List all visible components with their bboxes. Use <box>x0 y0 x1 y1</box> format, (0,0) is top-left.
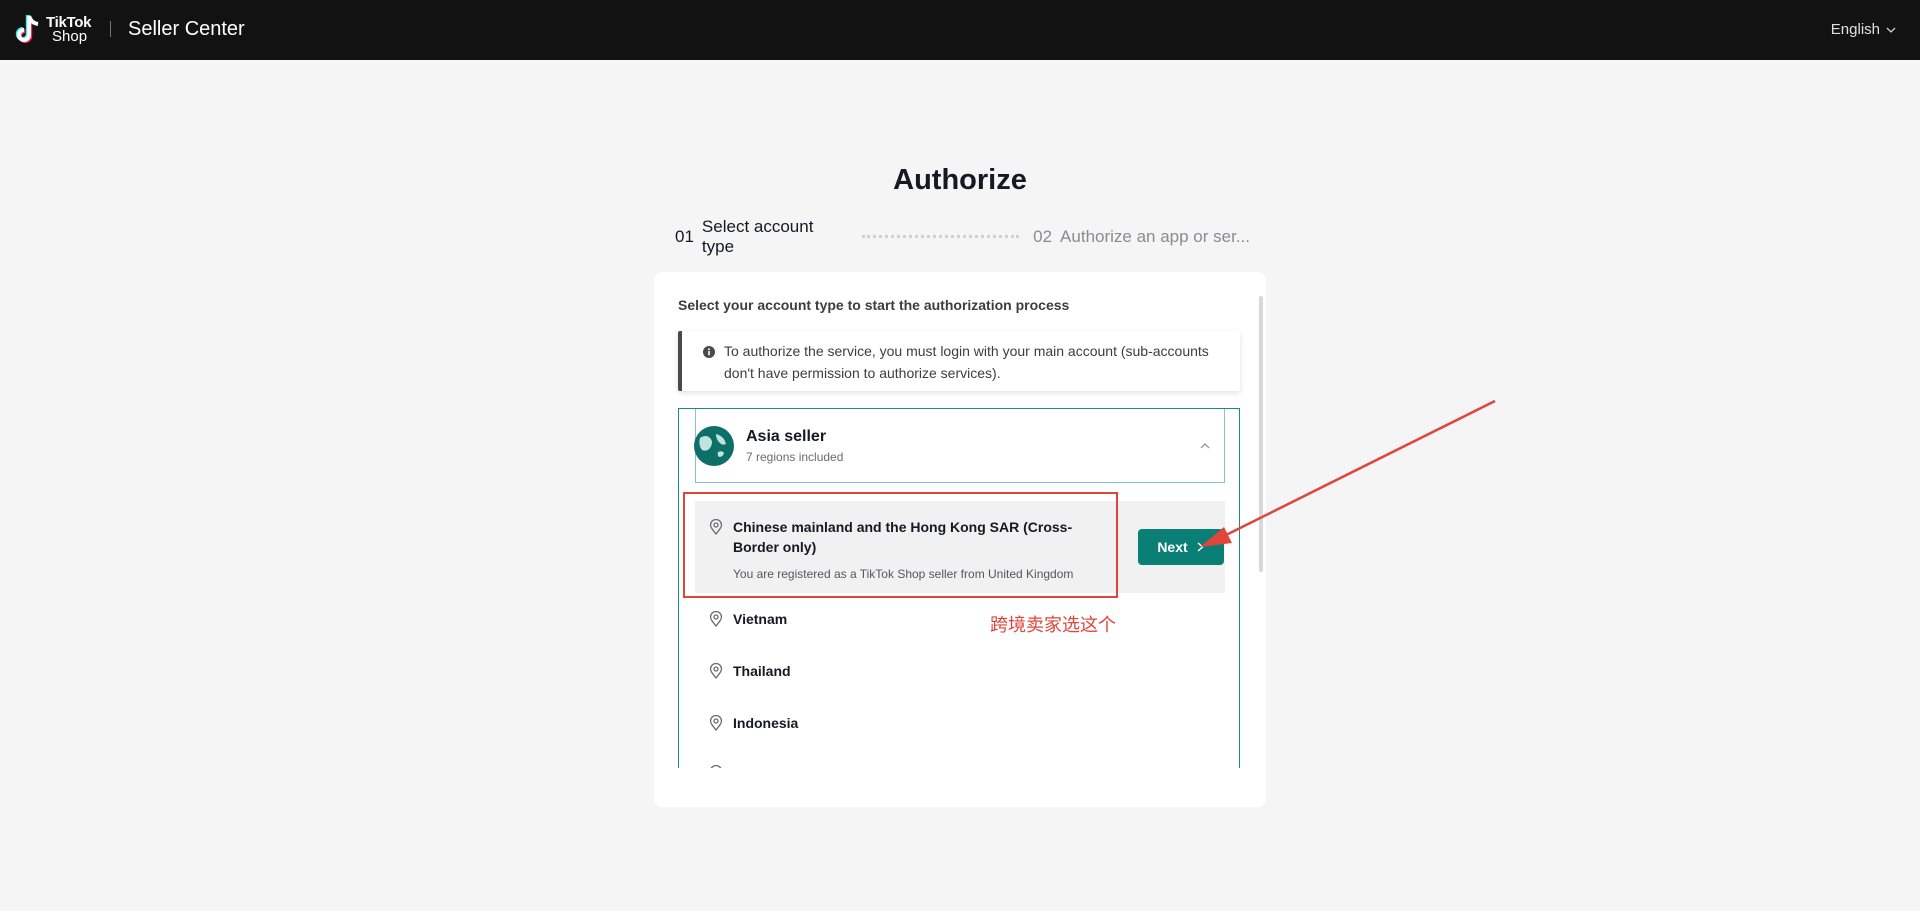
notice-text: To authorize the service, you must login… <box>724 343 1209 381</box>
group-subtitle: 7 regions included <box>746 449 844 464</box>
step-authorize-app: 02 Authorize an app or ser... <box>1033 227 1250 247</box>
step-number: 01 <box>675 227 694 246</box>
app-title: Seller Center <box>128 18 245 40</box>
region-option-thailand[interactable]: Thailand <box>709 661 791 681</box>
asia-seller-header[interactable]: Asia seller 7 regions included <box>694 409 1225 483</box>
tiktok-logo-icon <box>15 15 39 43</box>
globe-icon <box>694 425 734 466</box>
annotation-highlight-box <box>683 492 1118 598</box>
info-icon <box>703 346 715 358</box>
region-option-vietnam[interactable]: Vietnam <box>709 609 787 629</box>
location-pin-icon <box>709 611 723 627</box>
region-label: Vietnam <box>733 611 788 627</box>
annotation-label: 跨境卖家选这个 <box>990 615 1116 635</box>
region-option-cut-off[interactable] <box>709 763 733 768</box>
annotation-arrow-icon <box>1200 399 1496 547</box>
next-button-label: Next <box>1157 539 1188 555</box>
main-account-notice: To authorize the service, you must login… <box>678 331 1240 391</box>
header-divider <box>110 21 111 37</box>
step-connector <box>861 235 1020 239</box>
region-label: Indonesia <box>733 715 799 731</box>
step-select-account-type: 01 Select account type <box>675 217 848 257</box>
page-title: Authorize <box>893 164 1027 196</box>
language-label: English <box>1830 21 1880 38</box>
stepper: 01 Select account type 02 Authorize an a… <box>675 217 1250 256</box>
location-pin-icon <box>709 663 723 679</box>
logo-text-shop: Shop <box>52 28 88 45</box>
language-selector[interactable]: English <box>1831 21 1896 38</box>
step-label: Authorize an app or ser... <box>1060 227 1250 246</box>
region-option-indonesia[interactable]: Indonesia <box>709 713 798 733</box>
location-pin-icon <box>709 715 723 731</box>
group-title: Asia seller <box>746 427 827 445</box>
region-label: Thailand <box>733 663 791 679</box>
step-number: 02 <box>1033 227 1053 246</box>
tiktok-shop-logo[interactable]: TikTok Shop <box>14 12 98 48</box>
step-label: Select account type <box>701 217 814 256</box>
chevron-down-icon <box>1886 27 1896 33</box>
top-bar: TikTok Shop Seller Center English <box>0 0 1920 60</box>
location-pin-icon <box>710 765 722 768</box>
card-description: Select your account type to start the au… <box>678 297 1070 313</box>
